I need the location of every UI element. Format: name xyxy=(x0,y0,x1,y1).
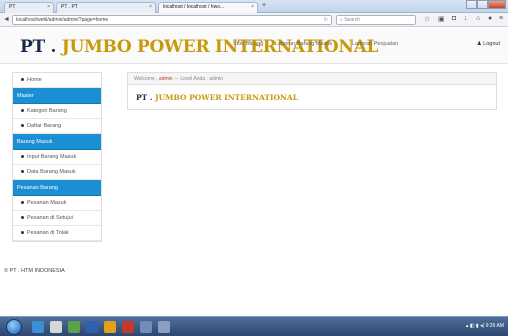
browser-tab-active[interactable]: localhost / localhost / hwo... × xyxy=(158,2,258,13)
nav-stok-barang[interactable]: Stok Barang xyxy=(233,41,263,47)
firefox-icon[interactable] xyxy=(104,321,116,333)
clipboard-icon[interactable]: ▣ xyxy=(438,15,445,23)
app-icon[interactable] xyxy=(158,321,170,333)
nav-laporan-barang-masuk[interactable]: Laporan Barang Masuk xyxy=(275,41,332,47)
sidebar-item-home[interactable]: Home xyxy=(13,73,101,88)
tab-label: PT . PT xyxy=(61,4,78,10)
address-bar[interactable]: localhost/webl/admin/admin/?page=home ↻ xyxy=(12,15,332,25)
ie-icon[interactable] xyxy=(32,321,44,333)
browser-nav-bar: ◄ localhost/webl/admin/admin/?page=home … xyxy=(0,13,508,27)
close-tab-icon[interactable]: × xyxy=(149,4,152,10)
pocket-icon[interactable]: ◘ xyxy=(452,15,456,22)
close-tab-icon[interactable]: × xyxy=(251,4,254,10)
sidebar-section-pesanan-barang[interactable]: Pesanan Barang xyxy=(13,180,101,196)
bullet-icon xyxy=(21,155,24,159)
username: admin xyxy=(158,76,173,82)
sidebar-item-kategori-barang[interactable]: Kategori Barang xyxy=(13,104,101,119)
bullet-icon xyxy=(21,78,24,82)
browser-tab[interactable]: PT × xyxy=(4,2,54,13)
excel-icon[interactable] xyxy=(68,321,80,333)
menu-icon[interactable]: ≡ xyxy=(499,15,503,22)
sidebar-item-daftar-barang[interactable]: Daftar Barang xyxy=(13,119,101,134)
bullet-icon xyxy=(21,201,24,205)
sidebar-item-pesanan-masuk[interactable]: Pesanan Masuk xyxy=(13,196,101,211)
sidebar-section-barang-masuk[interactable]: Barang Masuk xyxy=(13,134,101,150)
download-icon[interactable]: ↓ xyxy=(464,15,468,22)
welcome-bar: Welcome , admin --- Level Anda : admin xyxy=(128,73,496,85)
nav-laporan-penjualan[interactable]: Laporan Penjualan xyxy=(352,41,398,47)
new-tab-button[interactable]: + xyxy=(262,2,266,9)
browser-tab[interactable]: PT . PT × xyxy=(56,2,156,13)
explorer-icon[interactable] xyxy=(50,321,62,333)
tab-label: PT xyxy=(9,4,16,10)
welcome-panel: Welcome , admin --- Level Anda : admin P… xyxy=(127,72,497,110)
footer-copyright: © PT . HTM INDONESIA xyxy=(4,268,65,274)
reload-icon[interactable]: ↻ xyxy=(324,17,328,23)
close-tab-icon[interactable]: × xyxy=(47,4,50,10)
os-taskbar: ▴ ◧ ▮ ◂) 9:26 AM xyxy=(0,316,508,336)
bullet-icon xyxy=(21,124,24,128)
page-title: PT . JUMBO POWER INTERNATIONAL xyxy=(136,93,298,102)
site-brand[interactable]: PT . JUMBO POWER INTERNATIONAL xyxy=(20,37,378,57)
clock: 9:26 AM xyxy=(485,323,504,329)
close-window-button[interactable] xyxy=(488,0,506,9)
app-icon[interactable] xyxy=(122,321,134,333)
start-button[interactable] xyxy=(6,319,22,335)
bullet-icon xyxy=(21,216,24,220)
sidebar-item-data-barang-masuk[interactable]: Data Barang Masuk xyxy=(13,165,101,180)
minimize-button[interactable] xyxy=(466,0,477,9)
bullet-icon xyxy=(21,231,24,235)
sidebar-item-pesanan-ditolak[interactable]: Pesanan di Tolak xyxy=(13,226,101,241)
window-controls xyxy=(466,0,506,9)
url-text: localhost/webl/admin/admin/?page=home xyxy=(16,17,109,23)
tray-icons[interactable]: ▴ ◧ ▮ ◂) xyxy=(466,323,484,329)
maximize-button[interactable] xyxy=(477,0,488,9)
site-header: PT . JUMBO POWER INTERNATIONAL Stok Bara… xyxy=(0,28,508,64)
logout-link[interactable]: ♟ Logout xyxy=(477,41,500,47)
home-icon[interactable]: ⌂ xyxy=(476,15,480,22)
app-icon[interactable] xyxy=(140,321,152,333)
sidebar-item-input-barang-masuk[interactable]: Input Barang Masuk xyxy=(13,150,101,165)
system-tray: ▴ ◧ ▮ ◂) 9:26 AM xyxy=(466,323,504,329)
search-input[interactable]: ⌕ Search xyxy=(336,15,416,25)
back-arrow-icon[interactable]: ◄ xyxy=(3,16,10,23)
word-icon[interactable] xyxy=(86,321,98,333)
browser-tab-bar: PT × PT . PT × localhost / localhost / h… xyxy=(0,0,508,13)
addon-icon[interactable]: ● xyxy=(488,15,492,22)
bullet-icon xyxy=(21,109,24,113)
bullet-icon xyxy=(21,170,24,174)
sidebar-menu: Home Master Kategori Barang Daftar Baran… xyxy=(12,72,102,242)
sidebar-section-master[interactable]: Master xyxy=(13,88,101,104)
tab-label: localhost / localhost / hwo... xyxy=(163,4,225,10)
bookmark-star-icon[interactable]: ☆ xyxy=(424,15,430,23)
sidebar-item-pesanan-disetujui[interactable]: Pesanan di Setujui xyxy=(13,211,101,226)
user-icon: ♟ xyxy=(476,41,482,47)
